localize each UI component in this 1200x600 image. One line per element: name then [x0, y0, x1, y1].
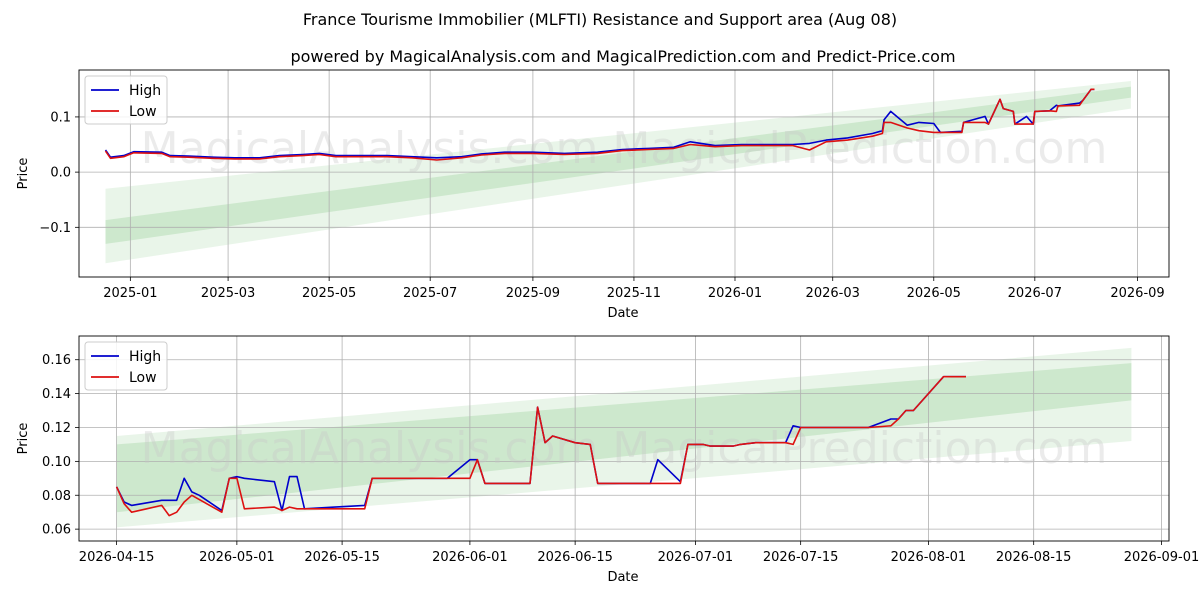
y-axis-label: Price — [16, 423, 31, 455]
x-tick-label: 2026-06-15 — [537, 550, 613, 565]
x-axis-label: Date — [607, 570, 638, 585]
x-tick-label: 2025-01 — [103, 286, 157, 301]
x-tick-label: 2025-03 — [201, 286, 255, 301]
x-tick-label: 2026-07-15 — [763, 550, 839, 565]
main-title: France Tourisme Immobilier (MLFTI) Resis… — [303, 10, 897, 29]
x-tick-label: 2026-08-01 — [891, 550, 967, 565]
legend-label-high: High — [129, 83, 161, 99]
x-tick-label: 2026-04-15 — [79, 550, 155, 565]
x-tick-label: 2026-08-15 — [996, 550, 1072, 565]
x-tick-label: 2026-05-01 — [199, 550, 275, 565]
legend: High Low — [84, 75, 168, 125]
figure: France Tourisme Immobilier (MLFTI) Resis… — [0, 0, 1200, 600]
legend-label-low: Low — [129, 104, 157, 120]
x-tick-label: 2026-03 — [806, 286, 860, 301]
y-tick-label: 0.08 — [42, 489, 71, 504]
sub-title: powered by MagicalAnalysis.com and Magic… — [290, 47, 955, 66]
legend-label-low: Low — [129, 370, 157, 386]
legend: High Low — [84, 341, 168, 391]
x-tick-label: 2025-05 — [302, 286, 356, 301]
x-axis-label: Date — [607, 306, 638, 321]
x-tick-label: 2026-07 — [1008, 286, 1062, 301]
x-tick-label: 2026-09-01 — [1124, 550, 1200, 565]
y-axis-label: Price — [16, 158, 31, 190]
y-tick-label: −0.1 — [39, 221, 71, 236]
y-tick-label: 0.06 — [42, 523, 71, 538]
x-tick-label: 2026-09 — [1110, 286, 1164, 301]
watermark: MagicalAnalysis.com MagicalPrediction.co… — [141, 423, 1108, 474]
y-tick-label: 0.12 — [42, 421, 71, 436]
x-tick-label: 2026-01 — [708, 286, 762, 301]
x-tick-label: 2025-07 — [403, 286, 457, 301]
x-tick-label: 2026-06-01 — [432, 550, 508, 565]
y-tick-label: 0.10 — [42, 455, 71, 470]
x-tick-label: 2026-05-15 — [304, 550, 380, 565]
x-tick-label: 2025-11 — [607, 286, 661, 301]
x-tick-label: 2026-05 — [907, 286, 961, 301]
y-tick-label: 0.0 — [50, 166, 71, 181]
x-tick-label: 2026-07-01 — [658, 550, 734, 565]
y-tick-label: 0.1 — [50, 110, 71, 125]
x-tick-label: 2025-09 — [506, 286, 560, 301]
y-tick-label: 0.16 — [42, 353, 71, 368]
legend-label-high: High — [129, 349, 161, 365]
y-tick-label: 0.14 — [42, 387, 71, 402]
